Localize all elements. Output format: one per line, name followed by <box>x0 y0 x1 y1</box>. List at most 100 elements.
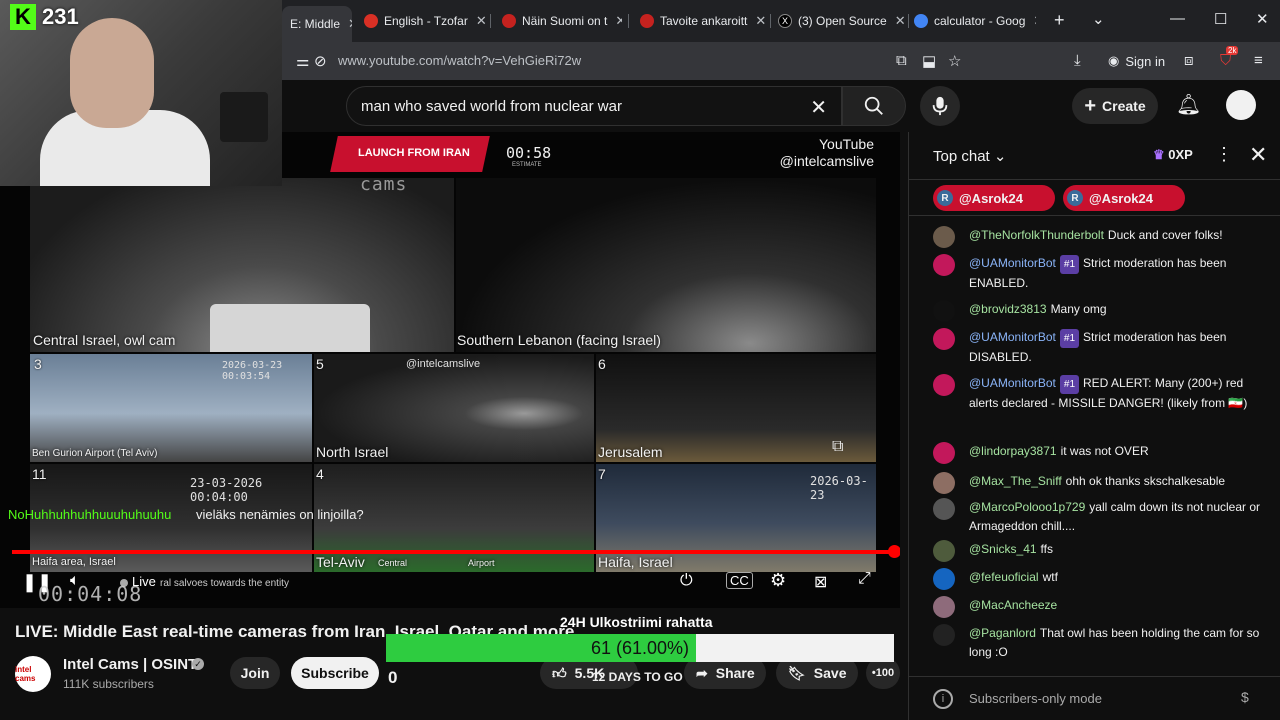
chat-xp-badge[interactable]: ♛ 0XP <box>1153 147 1193 163</box>
search-input[interactable]: man who saved world from nuclear war <box>361 98 622 115</box>
close-icon[interactable]: ✕ <box>348 16 352 32</box>
camera-number: 5 <box>316 356 324 372</box>
search-button[interactable] <box>842 86 906 126</box>
chat-message: @MacAncheeze <box>933 596 1269 618</box>
minimize-icon[interactable]: — <box>1170 10 1185 27</box>
chat-author[interactable]: @lindorpay3871 <box>969 444 1057 458</box>
chat-avatar <box>933 328 955 350</box>
captions-icon[interactable]: CC <box>726 572 753 589</box>
settings-gear-icon[interactable]: ⚙ <box>770 570 786 591</box>
close-icon[interactable]: ✕ <box>895 13 906 29</box>
youtube-header: man who saved world from nuclear war ✕ +… <box>282 80 1280 132</box>
autoplay-toggle-icon[interactable]: ⏻ <box>680 572 693 590</box>
site-settings-icon[interactable]: ⚌ <box>296 52 309 70</box>
close-icon[interactable]: ✕ <box>755 13 766 29</box>
extensions-icon[interactable]: ⧈ <box>1184 52 1194 69</box>
share-arrow-icon: ➦ <box>696 664 708 681</box>
chat-avatar <box>933 596 955 618</box>
tab-active[interactable]: E: Middle ✕ <box>282 6 352 42</box>
chat-avatar <box>933 374 955 396</box>
create-button[interactable]: + Create <box>1072 88 1158 124</box>
notifications-bell-icon[interactable]: 🔔︎ <box>1176 92 1201 117</box>
camera-label: Ben Gurion Airport (Tel Aviv) <box>32 448 158 459</box>
tracking-off-icon[interactable]: ⊘ <box>314 52 327 70</box>
chat-mode-dropdown[interactable]: Top chat ⌄ <box>933 147 1006 165</box>
news-ticker: ral salvoes towards the entity <box>160 578 289 589</box>
chat-message-list[interactable]: @TheNorfolkThunderbolt Duck and cover fol… <box>909 220 1280 660</box>
rank-badge: #1 <box>1059 329 1080 348</box>
pinned-chip[interactable]: R @Asrok24 <box>933 185 1055 211</box>
tab-list-icon[interactable]: ⌄ <box>1092 10 1105 28</box>
save-page-icon[interactable]: ⬓ <box>922 52 936 70</box>
new-tab-button[interactable]: + <box>1054 10 1065 31</box>
save-label: Save <box>813 665 847 681</box>
theater-mode-icon[interactable]: ⊠ <box>814 572 827 592</box>
pinned-chip[interactable]: R @Asrok24 <box>1063 185 1185 211</box>
chat-more-icon[interactable]: ⋮ <box>1215 144 1233 165</box>
video-player[interactable]: Central Israel, owl cam Southern Lebanon… <box>0 132 900 608</box>
download-icon[interactable]: ⤓ <box>1074 52 1081 69</box>
picture-in-picture-icon[interactable]: ⧉ <box>832 438 843 456</box>
chat-message: @Paganlord That owl has been holding the … <box>933 624 1269 660</box>
pinned-username: @Asrok24 <box>1089 190 1153 206</box>
chat-author[interactable]: @UAMonitorBot <box>969 330 1056 344</box>
chat-close-icon[interactable]: ✕ <box>1249 142 1267 168</box>
seek-bar[interactable] <box>12 545 900 558</box>
chat-message: @Snicks_41 ffs <box>933 540 1269 562</box>
maximize-icon[interactable]: ☐ <box>1214 10 1227 28</box>
chat-author[interactable]: @fefeuoficial <box>969 570 1039 584</box>
close-icon[interactable]: ✕ <box>615 13 622 29</box>
close-icon[interactable]: ✕ <box>476 13 486 29</box>
kick-logo-icon: K <box>10 4 36 30</box>
countdown-sublabel: ESTIMATE <box>512 162 542 168</box>
chat-author[interactable]: @Paganlord <box>969 626 1036 640</box>
chat-message: @UAMonitorBot #1 Strict moderation has bee… <box>933 254 1269 293</box>
chat-author[interactable]: @UAMonitorBot <box>969 256 1056 270</box>
chat-author[interactable]: @MacAncheeze <box>969 598 1057 612</box>
join-button[interactable]: Join <box>230 657 280 689</box>
close-icon[interactable]: ✕ <box>1033 13 1036 29</box>
chat-author[interactable]: @TheNorfolkThunderbolt <box>969 228 1104 242</box>
avatar[interactable] <box>1226 90 1256 120</box>
chat-author[interactable]: @brovidz3813 <box>969 302 1047 316</box>
window-close-icon[interactable]: ✕ <box>1256 10 1269 28</box>
browser-menu-icon[interactable]: ≡ <box>1254 52 1263 69</box>
search-box[interactable]: man who saved world from nuclear war ✕ <box>346 86 842 126</box>
chat-author[interactable]: @MarcoPolooo1p729 <box>969 500 1085 514</box>
tab-tzofar[interactable]: English - Tzofar ✕ <box>364 8 486 34</box>
tab-news-2[interactable]: Tavoite ankaroitt ✕ <box>640 8 768 34</box>
streamer-webcam: K 231 <box>0 0 282 186</box>
chat-avatar <box>933 472 955 494</box>
subscribe-button[interactable]: Subscribe <box>291 657 379 689</box>
fullscreen-icon[interactable]: ⤢ <box>858 570 871 588</box>
url-field[interactable]: www.youtube.com/watch?v=VehGieRi72w <box>338 53 581 68</box>
sign-in-button[interactable]: ◉ Sign in <box>1108 50 1165 72</box>
camera-feed-haifa: 7 2026-03-23 Haifa, Israel <box>596 464 876 572</box>
crown-icon: ♛ <box>1153 147 1165 162</box>
subscriber-count: 111K subscribers <box>63 677 154 691</box>
chat-author[interactable]: @Max_The_Sniff <box>969 474 1062 488</box>
channel-avatar[interactable]: intel cams <box>15 656 51 692</box>
bookmark-star-icon[interactable]: ☆ <box>948 52 961 70</box>
donation-goal-title: 24H Ulkostriimi rahatta <box>560 614 713 630</box>
tab-x[interactable]: X (3) Open Source ✕ <box>778 8 908 34</box>
tab-label: (3) Open Source <box>798 14 887 28</box>
chat-author[interactable]: @Snicks_41 <box>969 542 1037 556</box>
channel-name[interactable]: Intel Cams | OSINT <box>63 656 197 673</box>
stream-timer: 00:04:08 <box>38 582 143 606</box>
camera-label: North Israel <box>316 444 389 460</box>
google-icon <box>914 14 928 28</box>
super-chat-icon[interactable]: $ <box>1241 689 1249 705</box>
camera-timestamp: 23-03-2026 00:04:00 <box>190 476 263 504</box>
tab-google[interactable]: calculator - Goog ✕ <box>914 8 1036 34</box>
camera-feed-owl: Central Israel, owl cam <box>30 178 454 352</box>
chat-author[interactable]: @UAMonitorBot <box>969 376 1056 390</box>
info-icon[interactable]: i <box>933 689 953 709</box>
tab-news-1[interactable]: Näin Suomi on t ✕ <box>502 8 622 34</box>
seek-handle[interactable] <box>887 545 900 558</box>
voice-search-button[interactable] <box>920 86 960 126</box>
camera-feed-lebanon: Southern Lebanon (facing Israel) <box>456 178 876 352</box>
install-app-icon[interactable]: ⧉ <box>896 52 907 69</box>
pinned-username: @Asrok24 <box>959 190 1023 206</box>
clear-search-icon[interactable]: ✕ <box>810 95 827 120</box>
